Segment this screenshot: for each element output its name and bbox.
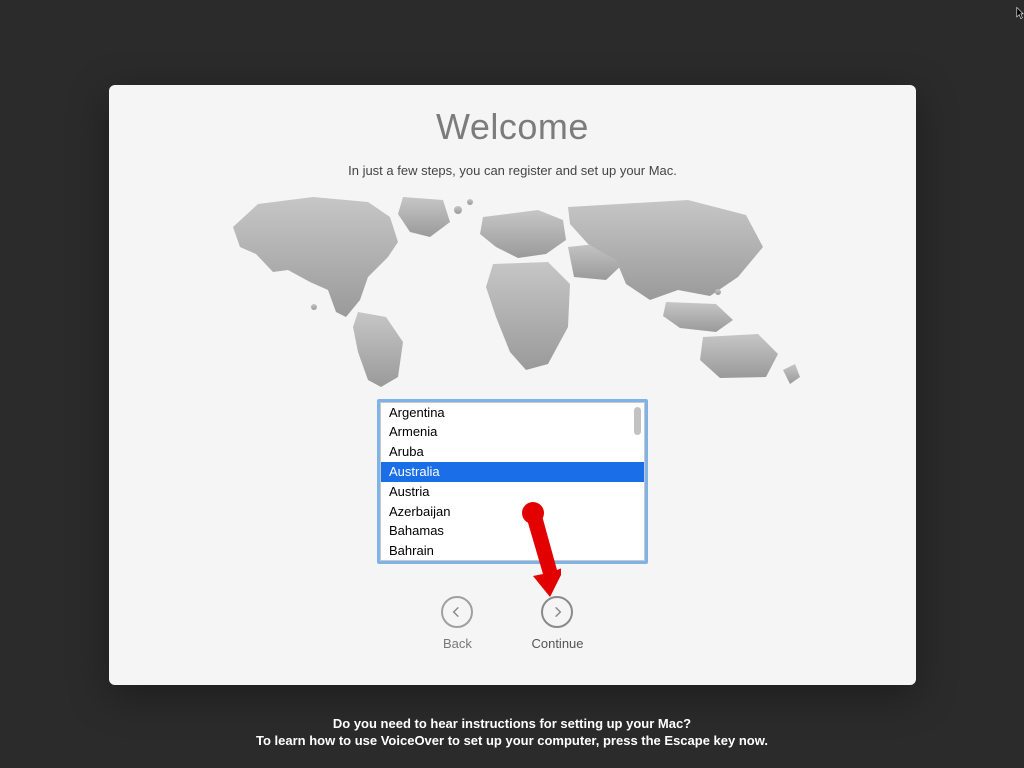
page-title: Welcome <box>109 107 916 147</box>
voiceover-hint-line2: To learn how to use VoiceOver to set up … <box>0 732 1024 750</box>
continue-button[interactable]: Continue <box>531 596 583 651</box>
country-option[interactable]: Argentina <box>381 403 644 423</box>
world-map <box>218 192 808 387</box>
continue-button-label: Continue <box>531 636 583 651</box>
country-option[interactable]: Australia <box>381 462 644 482</box>
country-option[interactable]: Austria <box>381 482 644 502</box>
cursor-icon <box>1016 6 1024 20</box>
nav-row: Back Continue <box>109 596 916 651</box>
country-option[interactable]: Aruba <box>381 442 644 462</box>
country-list[interactable]: ArgentinaArmeniaArubaAustraliaAustriaAze… <box>380 402 645 561</box>
arrow-left-icon <box>441 596 473 628</box>
voiceover-hint: Do you need to hear instructions for set… <box>0 715 1024 750</box>
country-option[interactable]: Bahrain <box>381 541 644 560</box>
country-list-focus-ring: ArgentinaArmeniaArubaAustraliaAustriaAze… <box>377 399 648 564</box>
voiceover-hint-line1: Do you need to hear instructions for set… <box>0 715 1024 733</box>
setup-assistant-panel: Welcome In just a few steps, you can reg… <box>109 85 916 685</box>
back-button-label: Back <box>443 636 472 651</box>
country-option[interactable]: Azerbaijan <box>381 502 644 522</box>
country-option[interactable]: Armenia <box>381 422 644 442</box>
country-option[interactable]: Bahamas <box>381 521 644 541</box>
back-button[interactable]: Back <box>441 596 473 651</box>
arrow-right-icon <box>541 596 573 628</box>
scrollbar-thumb[interactable] <box>634 407 641 435</box>
page-subtitle: In just a few steps, you can register an… <box>109 163 916 178</box>
